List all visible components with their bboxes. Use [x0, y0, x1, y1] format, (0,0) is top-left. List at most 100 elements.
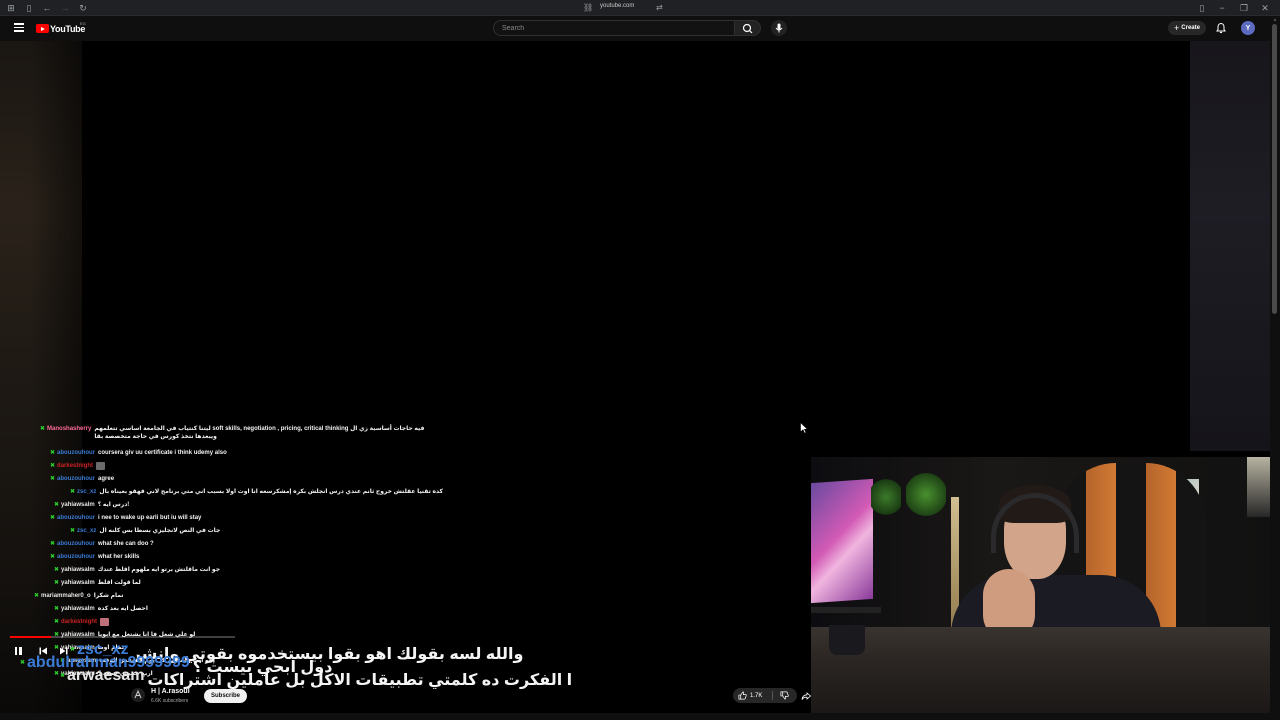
- chat-badge-icon: ✖: [54, 580, 60, 586]
- next-video-icon[interactable]: [59, 646, 69, 656]
- chat-message: ✖ abouzouhour agree: [50, 475, 114, 483]
- restore-icon[interactable]: ❐: [1238, 2, 1250, 14]
- chat-message-body: [100, 618, 110, 626]
- chat-badge-icon: ✖: [50, 515, 56, 521]
- channel-name[interactable]: H | A.rasoul: [151, 688, 190, 695]
- create-label: Create: [1181, 25, 1200, 31]
- swap-icon[interactable]: ⇄: [656, 2, 666, 14]
- chat-message-text: جو انت ماقلتش برتو ايه ملهوم اقلط عندك: [97, 567, 221, 573]
- search-input[interactable]: [502, 24, 734, 32]
- chat-message-body: كده تقنيا عقلتش خروج ثانم عندي درس انجلش…: [99, 488, 443, 496]
- chat-username: abouzouhour: [57, 476, 96, 482]
- chat-username: darkestnight: [57, 463, 94, 469]
- chat-username: abouzouhour: [57, 541, 96, 547]
- chat-message-text: احصل ايه بعد كده: [97, 606, 148, 612]
- chat-message-body: ا الفكرت ده كلمتي تطبيقات الاكل بل عاملي…: [147, 672, 572, 690]
- chat-emote-icon: [100, 618, 110, 626]
- page-scrollbar-thumb[interactable]: [1272, 24, 1277, 314]
- channel-logo-icon: [134, 689, 142, 699]
- chat-message-text: لما قولت اقلط: [97, 580, 141, 586]
- chat-username: zsc_xz: [77, 489, 97, 495]
- share-button[interactable]: [800, 688, 812, 703]
- chat-message: ✖ yahiawsalm جو انت ماقلتش برتو ايه ملهوم …: [54, 566, 220, 574]
- chat-username: abouzouhour: [57, 515, 96, 521]
- browser-menu-icon[interactable]: ⊞: [5, 2, 17, 14]
- chat-username: abdulrahman9999999: [27, 654, 190, 671]
- youtube-logo[interactable]: YouTube EG: [36, 21, 86, 34]
- chat-message: ✖ darkestnight: [54, 618, 110, 626]
- address-bar-url[interactable]: youtube.com: [600, 3, 634, 9]
- chat-message-body: what her skills: [98, 553, 139, 561]
- notifications-bell-icon[interactable]: [1215, 22, 1227, 34]
- search-icon: [742, 23, 753, 34]
- youtube-header: YouTube EG + Create Y: [0, 16, 1280, 41]
- chat-message-body: coursera giv uu certificate i think udem…: [98, 449, 227, 457]
- webcam-desk: [811, 627, 1270, 713]
- back-arrow-icon[interactable]: ←: [41, 2, 53, 14]
- chat-emote-icon: [96, 462, 106, 470]
- chat-username: arwaesam: [67, 667, 145, 684]
- forward-arrow-icon[interactable]: →: [59, 2, 71, 14]
- chat-message-text: ا الفكرت ده كلمتي تطبيقات الاكل بل عاملي…: [147, 672, 573, 689]
- chat-message-body: i nee to wake up earli but iu will stay: [98, 514, 201, 522]
- hamburger-menu-icon[interactable]: [14, 23, 24, 32]
- chat-message-body: agree: [98, 475, 114, 483]
- webcam-lamp: [1247, 457, 1270, 517]
- dislike-button[interactable]: [774, 688, 794, 703]
- browser-toolbar: ⊞ ▯ ← → ↻ ⛓ youtube.com ⇄ ▯ − ❐ ✕: [0, 0, 1280, 16]
- chat-message-text: ليتنا كنتياب في الجامعة اساسي تتعلمهم so…: [94, 426, 425, 432]
- subscribe-button[interactable]: Subscribe: [204, 689, 247, 703]
- chat-message-body: [96, 462, 106, 470]
- plus-icon: +: [1174, 22, 1180, 33]
- create-button[interactable]: + Create: [1168, 21, 1206, 35]
- chat-message-text: agree: [98, 476, 115, 482]
- like-count: 1.7K: [750, 692, 763, 699]
- thumbs-down-icon: [780, 691, 789, 700]
- chat-username: yahiawsalm: [61, 606, 95, 612]
- country-code: EG: [80, 21, 86, 26]
- pause-icon-bar: [14, 647, 17, 655]
- webcam-monitor-stand: [811, 607, 881, 613]
- channel-subscriber-count: 6.6K subscribers: [151, 698, 189, 704]
- close-icon[interactable]: ✕: [1259, 2, 1271, 14]
- account-avatar[interactable]: Y: [1241, 21, 1255, 35]
- share-arrow-icon: [801, 691, 811, 700]
- chat-message-text: i nee to wake up earli but iu will stay: [98, 515, 202, 521]
- search-button[interactable]: [735, 20, 761, 36]
- chat-message: ✖ zsc_xz جات في النص لانجليزي بسطا بس كلنه…: [70, 527, 220, 535]
- thumbs-up-icon: [738, 691, 747, 700]
- chat-username: zsc_xz: [77, 641, 129, 658]
- pause-icon-bar: [19, 647, 22, 655]
- split-view-icon[interactable]: ▯: [1196, 2, 1208, 14]
- chat-message: ✖ yahiawsalm لما قولت اقلط: [54, 579, 141, 587]
- mouse-cursor-icon: [800, 422, 808, 434]
- channel-avatar[interactable]: [131, 688, 145, 702]
- like-button[interactable]: 1.7K: [733, 688, 771, 703]
- webcam-monitor: [811, 478, 873, 604]
- chat-username: zsc_xz: [77, 528, 97, 534]
- voice-search-button[interactable]: [771, 20, 787, 36]
- chat-badge-icon: ✖: [54, 619, 60, 625]
- chat-badge-icon: ✖: [34, 593, 40, 599]
- sidebar-toggle-icon[interactable]: ▯: [23, 2, 35, 14]
- chat-username: yahiawsalm: [61, 580, 95, 586]
- chat-message-body: جو انت ماقلتش برتو ايه ملهوم اقلط عندك: [98, 566, 220, 574]
- chat-username: yahiawsalm: [61, 502, 95, 508]
- pause-button[interactable]: [13, 646, 23, 656]
- scroll-up-arrow-icon[interactable]: ▲: [1272, 18, 1278, 23]
- video-player[interactable]: ✖ Manoshasherry ليتنا كنتياب في الجامعة اس…: [0, 41, 1270, 713]
- reload-icon[interactable]: ↻: [77, 2, 89, 14]
- video-background-right: [1190, 41, 1270, 451]
- chat-username: darkestnight: [61, 619, 98, 625]
- previous-video-icon[interactable]: [38, 646, 48, 656]
- chat-badge-icon: ✖: [20, 660, 26, 666]
- chat-message-body: تمام شكرا: [94, 592, 124, 600]
- webcam-plant: [871, 477, 901, 517]
- chat-message-text: جات في النص لانجليزي بسطا بس كلنه ال: [99, 528, 221, 534]
- chat-badge-icon: ✖: [50, 476, 56, 482]
- chat-message-body: احصل ايه بعد كده: [98, 605, 148, 613]
- minimize-icon[interactable]: −: [1216, 2, 1228, 14]
- chat-badge-icon: ✖: [54, 502, 60, 508]
- chat-badge-icon: ✖: [50, 554, 56, 560]
- webcam-feed: [811, 457, 1270, 713]
